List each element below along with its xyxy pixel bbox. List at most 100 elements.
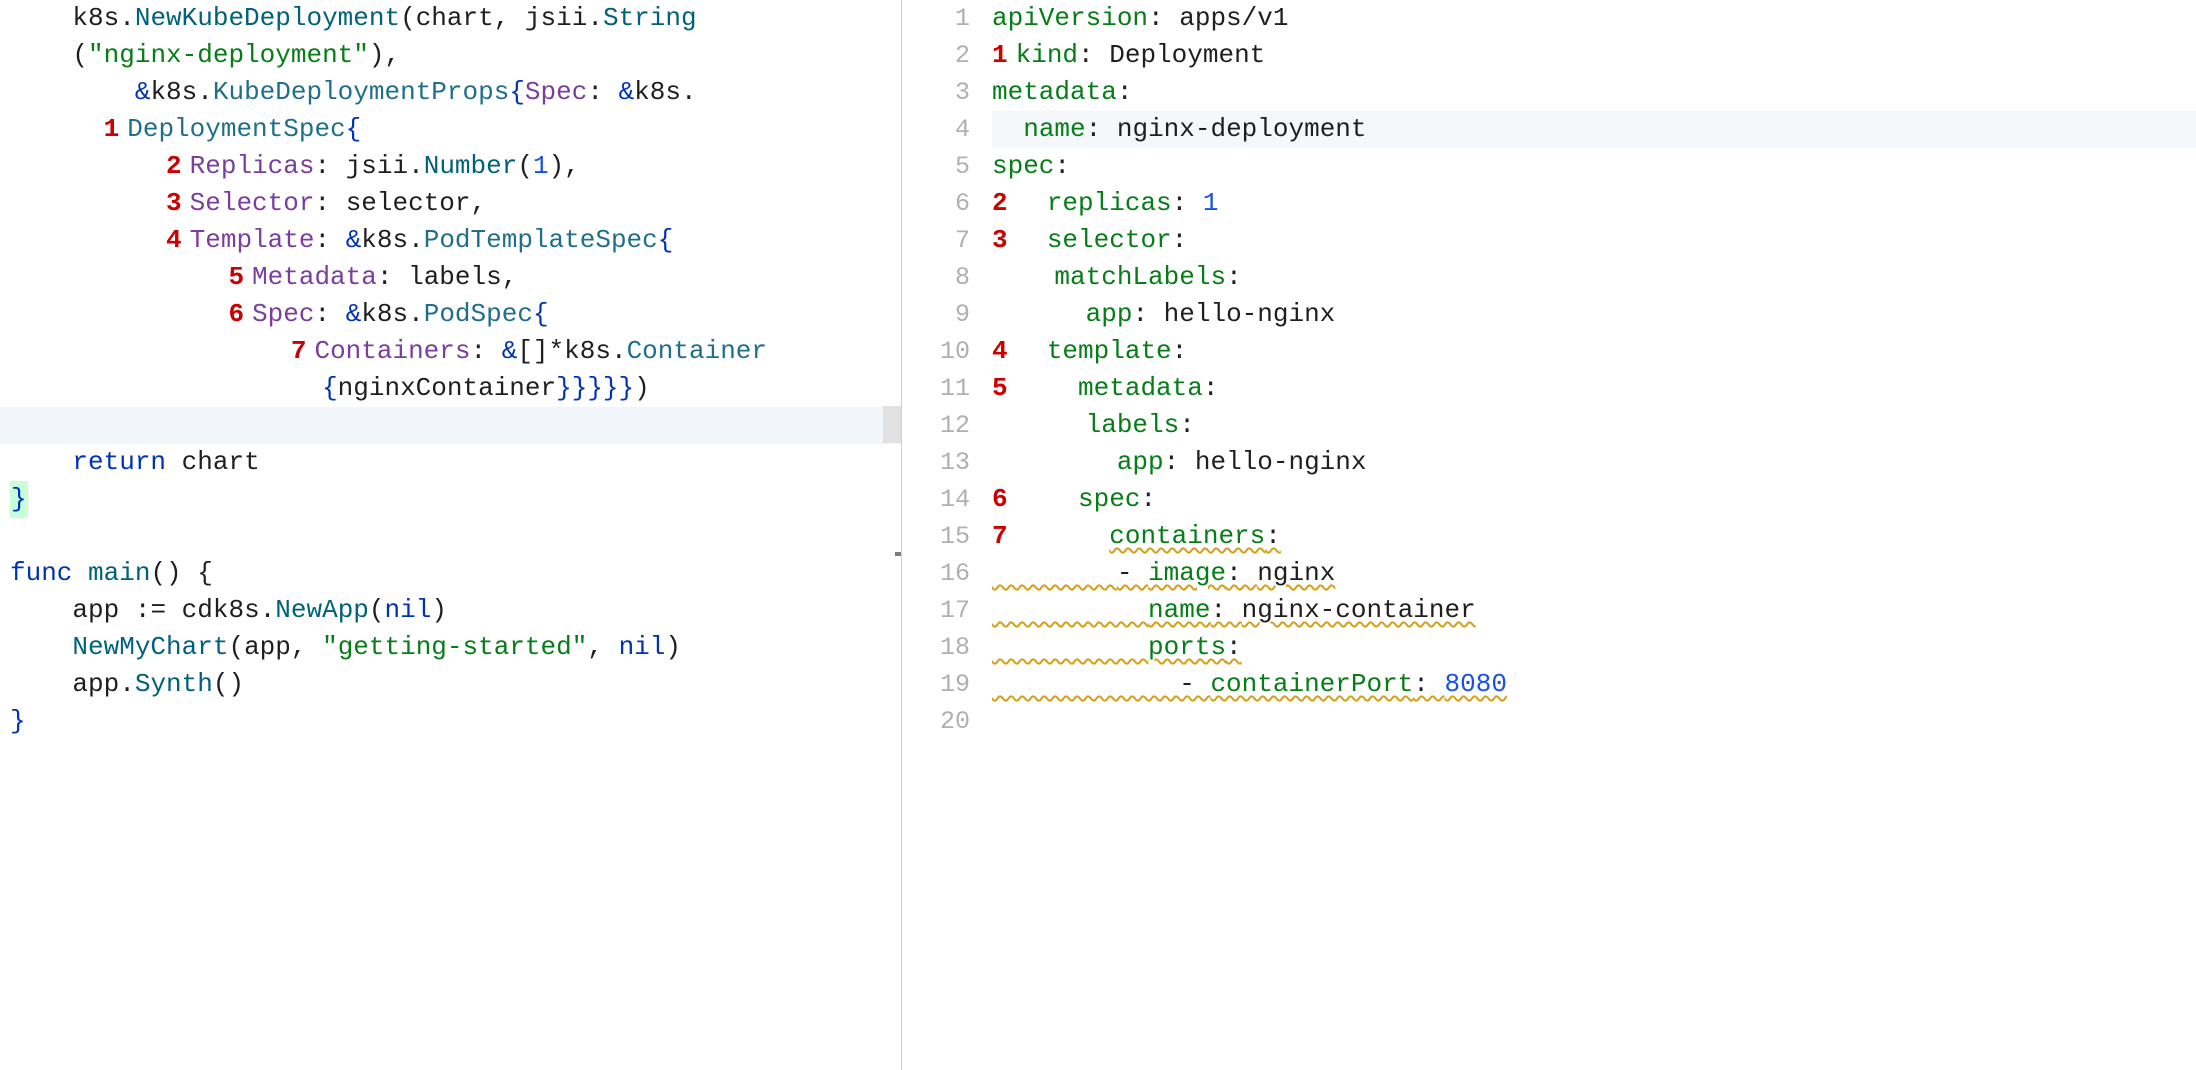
code-line[interactable] bbox=[0, 518, 901, 555]
code-line[interactable]: 4 template: bbox=[992, 333, 2196, 370]
code-line[interactable]: matchLabels: bbox=[992, 259, 2196, 296]
token: }}}}} bbox=[556, 373, 634, 403]
token: () bbox=[213, 669, 244, 699]
token: 1 bbox=[1203, 188, 1219, 218]
code-line[interactable]: 5Metadata: labels, bbox=[0, 259, 901, 296]
code-line[interactable]: app.Synth() bbox=[0, 666, 901, 703]
token: , bbox=[502, 262, 518, 292]
code-line[interactable]: apiVersion: apps/v1 bbox=[992, 0, 2196, 37]
code-line[interactable]: 4Template: &k8s.PodTemplateSpec{ bbox=[0, 222, 901, 259]
code-line[interactable]: 6 spec: bbox=[992, 481, 2196, 518]
token: : bbox=[1179, 410, 1195, 440]
token: Containers bbox=[314, 336, 470, 366]
line-number: 20 bbox=[902, 703, 970, 740]
ref-marker: 4 bbox=[992, 336, 1008, 366]
token: : bbox=[314, 299, 345, 329]
yaml-code[interactable]: apiVersion: apps/v11kind: Deploymentmeta… bbox=[992, 0, 2196, 1070]
code-line[interactable]: func main() { bbox=[0, 555, 901, 592]
code-line[interactable]: 5 metadata: bbox=[992, 370, 2196, 407]
code-line[interactable]: 7Containers: &[]*k8s.Container bbox=[0, 333, 901, 370]
token: nginx-deployment bbox=[1117, 114, 1367, 144]
token: Metadata bbox=[252, 262, 377, 292]
code-line[interactable]: app: hello-nginx bbox=[992, 296, 2196, 333]
code-line[interactable]: 3Selector: selector, bbox=[0, 185, 901, 222]
code-line[interactable]: name: nginx-container bbox=[992, 592, 2196, 629]
token: [] bbox=[517, 336, 548, 366]
token: : bbox=[1086, 114, 1117, 144]
token bbox=[992, 299, 1086, 329]
token: { bbox=[346, 114, 362, 144]
code-line[interactable]: ("nginx-deployment"), bbox=[0, 37, 901, 74]
code-line[interactable]: spec: bbox=[992, 148, 2196, 185]
right-editor-pane[interactable]: 1234567891011121314151617181920 apiVersi… bbox=[902, 0, 2196, 1070]
token: nil bbox=[385, 595, 432, 625]
token bbox=[119, 595, 135, 625]
token: ( bbox=[517, 151, 533, 181]
code-line[interactable]: return chart bbox=[0, 444, 901, 481]
token: & bbox=[502, 336, 518, 366]
token: : bbox=[1226, 558, 1257, 588]
code-line[interactable]: app: hello-nginx bbox=[992, 444, 2196, 481]
token: selector bbox=[1047, 225, 1172, 255]
line-number: 1 bbox=[902, 0, 970, 37]
code-line[interactable]: app := cdk8s.NewApp(nil) bbox=[0, 592, 901, 629]
token: ) bbox=[665, 632, 681, 662]
code-line[interactable]: labels: bbox=[992, 407, 2196, 444]
token: : bbox=[377, 262, 408, 292]
code-line[interactable]: 2Replicas: jsii.Number(1), bbox=[0, 148, 901, 185]
token: . bbox=[408, 151, 424, 181]
line-number: 4 bbox=[902, 111, 970, 148]
token: template bbox=[1047, 336, 1172, 366]
code-line[interactable]: ports: bbox=[992, 629, 2196, 666]
token: : bbox=[1132, 299, 1163, 329]
code-line[interactable]: name: nginx-deployment bbox=[992, 111, 2196, 148]
left-editor-pane[interactable]: k8s.NewKubeDeployment(chart, jsii.String… bbox=[0, 0, 902, 1070]
ref-marker: 6 bbox=[228, 299, 244, 329]
code-line[interactable]: 3 selector: bbox=[992, 222, 2196, 259]
token: PodTemplateSpec bbox=[424, 225, 658, 255]
token: name bbox=[1148, 595, 1210, 625]
code-line[interactable] bbox=[0, 407, 901, 444]
token bbox=[10, 3, 72, 33]
token bbox=[992, 114, 1023, 144]
token bbox=[10, 77, 135, 107]
token: & bbox=[346, 299, 362, 329]
ref-marker: 7 bbox=[291, 336, 307, 366]
code-line[interactable] bbox=[992, 703, 2196, 740]
go-code[interactable]: k8s.NewKubeDeployment(chart, jsii.String… bbox=[0, 0, 901, 740]
code-line[interactable]: - containerPort: 8080 bbox=[992, 666, 2196, 703]
token: Spec bbox=[525, 77, 587, 107]
code-line[interactable]: 1kind: Deployment bbox=[992, 37, 2196, 74]
token: : bbox=[1172, 225, 1188, 255]
token: . bbox=[119, 669, 135, 699]
line-number: 8 bbox=[902, 259, 970, 296]
code-line[interactable]: 6Spec: &k8s.PodSpec{ bbox=[0, 296, 901, 333]
code-line[interactable]: } bbox=[0, 481, 901, 518]
code-line[interactable]: k8s.NewKubeDeployment(chart, jsii.String bbox=[0, 0, 901, 37]
code-line[interactable]: 2 replicas: 1 bbox=[992, 185, 2196, 222]
code-line[interactable]: {nginxContainer}}}}}) bbox=[0, 370, 901, 407]
line-number: 7 bbox=[902, 222, 970, 259]
code-line[interactable]: &k8s.KubeDeploymentProps{Spec: &k8s. bbox=[0, 74, 901, 111]
code-line[interactable]: NewMyChart(app, "getting-started", nil) bbox=[0, 629, 901, 666]
token: , bbox=[564, 151, 580, 181]
token bbox=[1016, 484, 1078, 514]
token: : bbox=[1226, 262, 1242, 292]
token: Selector bbox=[190, 188, 315, 218]
token: main bbox=[88, 558, 150, 588]
token: apiVersion bbox=[992, 3, 1148, 33]
token bbox=[992, 595, 1148, 625]
code-line[interactable]: 7 containers: bbox=[992, 518, 2196, 555]
token: Spec bbox=[252, 299, 314, 329]
token bbox=[992, 262, 1054, 292]
token: k8s bbox=[72, 3, 119, 33]
code-line[interactable]: } bbox=[0, 703, 901, 740]
code-line[interactable]: - image: nginx bbox=[992, 555, 2196, 592]
token: nil bbox=[619, 632, 666, 662]
ref-marker: 5 bbox=[228, 262, 244, 292]
code-line[interactable]: metadata: bbox=[992, 74, 2196, 111]
token: : bbox=[1140, 484, 1156, 514]
code-line[interactable]: 1DeploymentSpec{ bbox=[0, 111, 901, 148]
token: ( bbox=[228, 632, 244, 662]
token: , bbox=[471, 188, 487, 218]
